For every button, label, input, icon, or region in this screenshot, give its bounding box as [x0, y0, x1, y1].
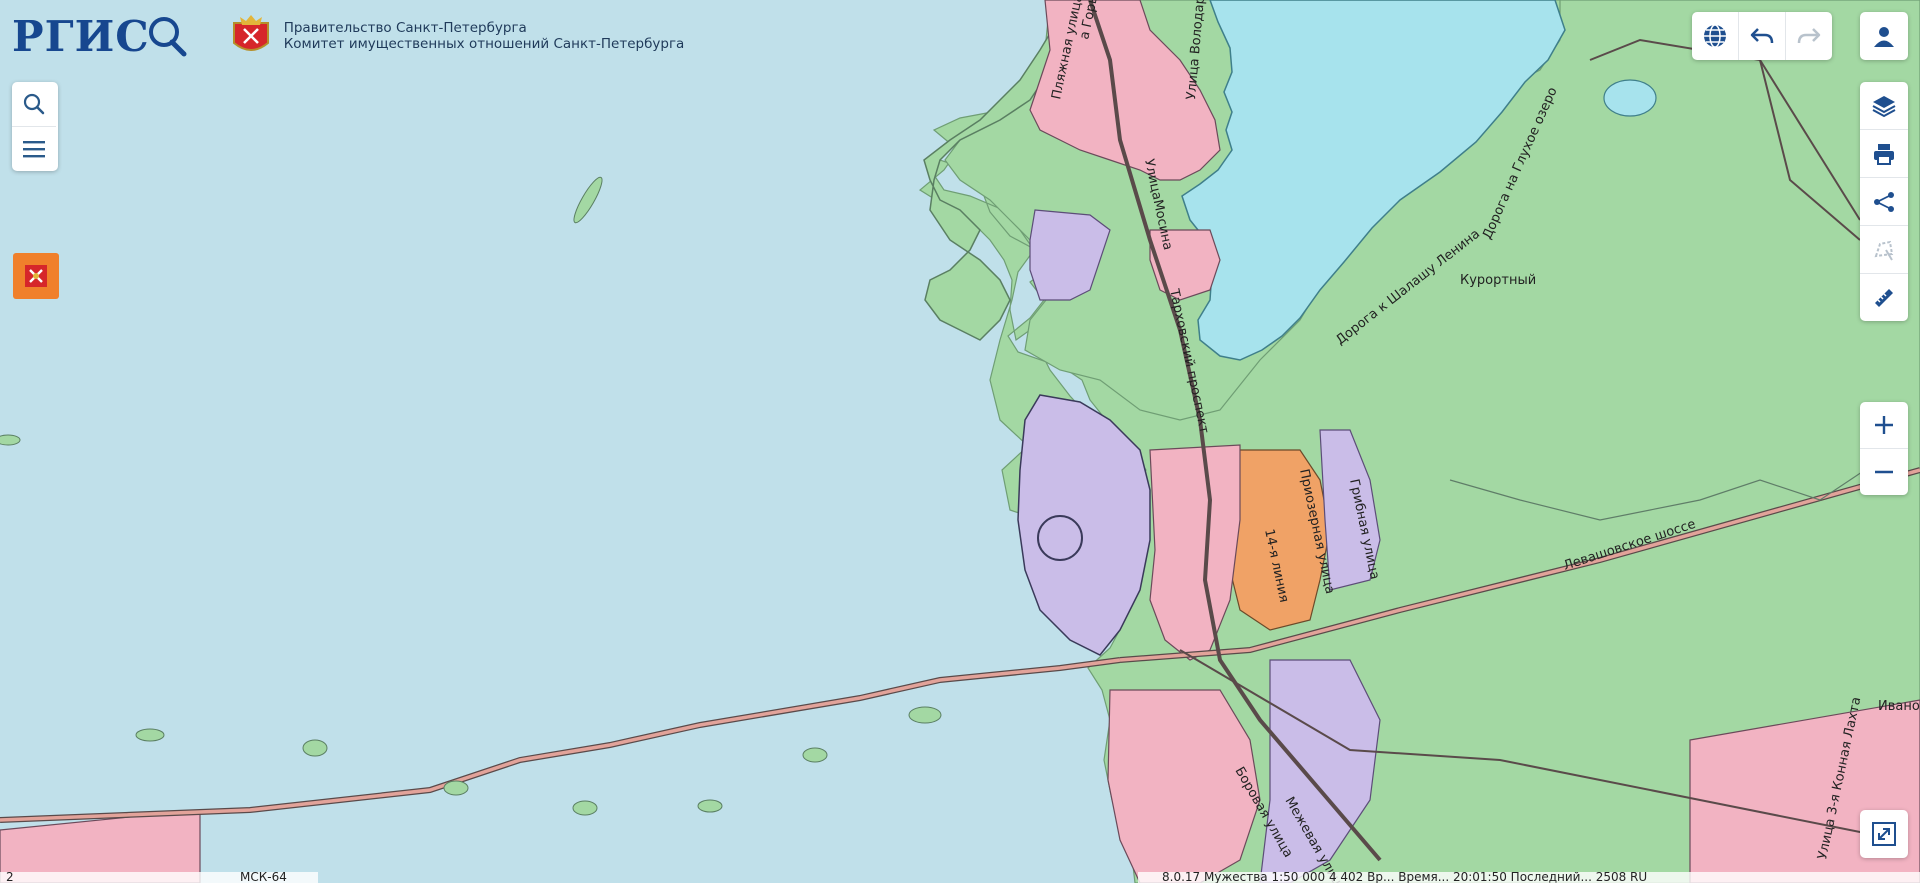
user-icon — [1874, 27, 1894, 47]
gov-line2: Комитет имущественных отношений Санкт-Пе… — [283, 36, 685, 52]
residential-south — [1107, 689, 1261, 883]
measure-button[interactable] — [1860, 273, 1908, 321]
government-title: Правительство Санкт-Петербурга Комитет и… — [284, 20, 685, 52]
redo-icon — [1797, 28, 1821, 44]
crs-label[interactable]: МСК-64 — [240, 871, 287, 883]
language-button[interactable] — [1692, 12, 1738, 60]
search-button[interactable] — [12, 82, 56, 126]
print-button[interactable] — [1860, 129, 1908, 177]
fullscreen-button[interactable] — [1860, 810, 1908, 858]
island-6 — [802, 747, 828, 763]
ruler-icon — [1875, 288, 1893, 307]
spb-emblem-icon — [25, 265, 47, 287]
island-4 — [572, 800, 598, 816]
top-toolbar — [1692, 12, 1832, 60]
right-toolbar — [1860, 82, 1908, 321]
logo-text: РГИС — [12, 11, 150, 61]
magnifier-logo-icon — [148, 17, 187, 57]
area-select-icon — [1874, 240, 1894, 261]
zoom-controls — [1860, 402, 1908, 495]
rgis-logo[interactable]: РГИС — [12, 12, 188, 61]
search-icon — [23, 93, 45, 115]
status-bar-left: 2 МСК-64 — [0, 870, 318, 883]
printer-icon — [1874, 143, 1894, 165]
label-kurortny: Курортный — [1460, 273, 1536, 288]
map-canvas[interactable]: Пляжная улица а Горького Улица Володарск… — [0, 0, 1920, 883]
island-2 — [302, 739, 328, 757]
hamburger-icon — [23, 141, 45, 158]
plus-icon — [1875, 416, 1893, 434]
zoom-out-button[interactable] — [1860, 448, 1908, 495]
status-bar-right: 8.0.17 Мужества 1:50 000 4 402 Вр... Вре… — [1138, 872, 1920, 883]
user-button[interactable] — [1860, 12, 1908, 60]
gov-line1: Правительство Санкт-Петербурга — [283, 20, 527, 36]
undo-button[interactable] — [1738, 12, 1785, 60]
lake-small — [1603, 79, 1657, 117]
area-select-button[interactable] — [1860, 225, 1908, 273]
island-3 — [443, 780, 469, 796]
left-toolbar — [12, 82, 58, 171]
status-left-text: 2 — [6, 870, 14, 883]
share-icon — [1874, 191, 1894, 212]
globe-icon — [1704, 24, 1726, 48]
app-header: РГИС Правительство Санкт-Петербурга Коми… — [12, 6, 684, 66]
share-button[interactable] — [1860, 177, 1908, 225]
island-9 — [0, 434, 21, 446]
island-5 — [697, 799, 723, 813]
zoom-in-button[interactable] — [1860, 402, 1908, 448]
spb-emblem-button[interactable] — [13, 253, 59, 299]
spb-coat-of-arms-icon — [232, 15, 269, 51]
redo-button[interactable] — [1785, 12, 1832, 60]
island-7 — [908, 706, 942, 724]
undo-icon — [1750, 28, 1774, 44]
layers-icon — [1872, 95, 1896, 117]
status-right-text: 8.0.17 Мужества 1:50 000 4 402 Вр... Вре… — [1162, 872, 1648, 883]
island-8 — [135, 728, 165, 742]
menu-button[interactable] — [12, 126, 56, 171]
expand-icon — [1872, 822, 1896, 846]
layers-button[interactable] — [1860, 82, 1908, 129]
label-ivan: Ивано — [1878, 699, 1920, 714]
minus-icon — [1875, 470, 1893, 474]
